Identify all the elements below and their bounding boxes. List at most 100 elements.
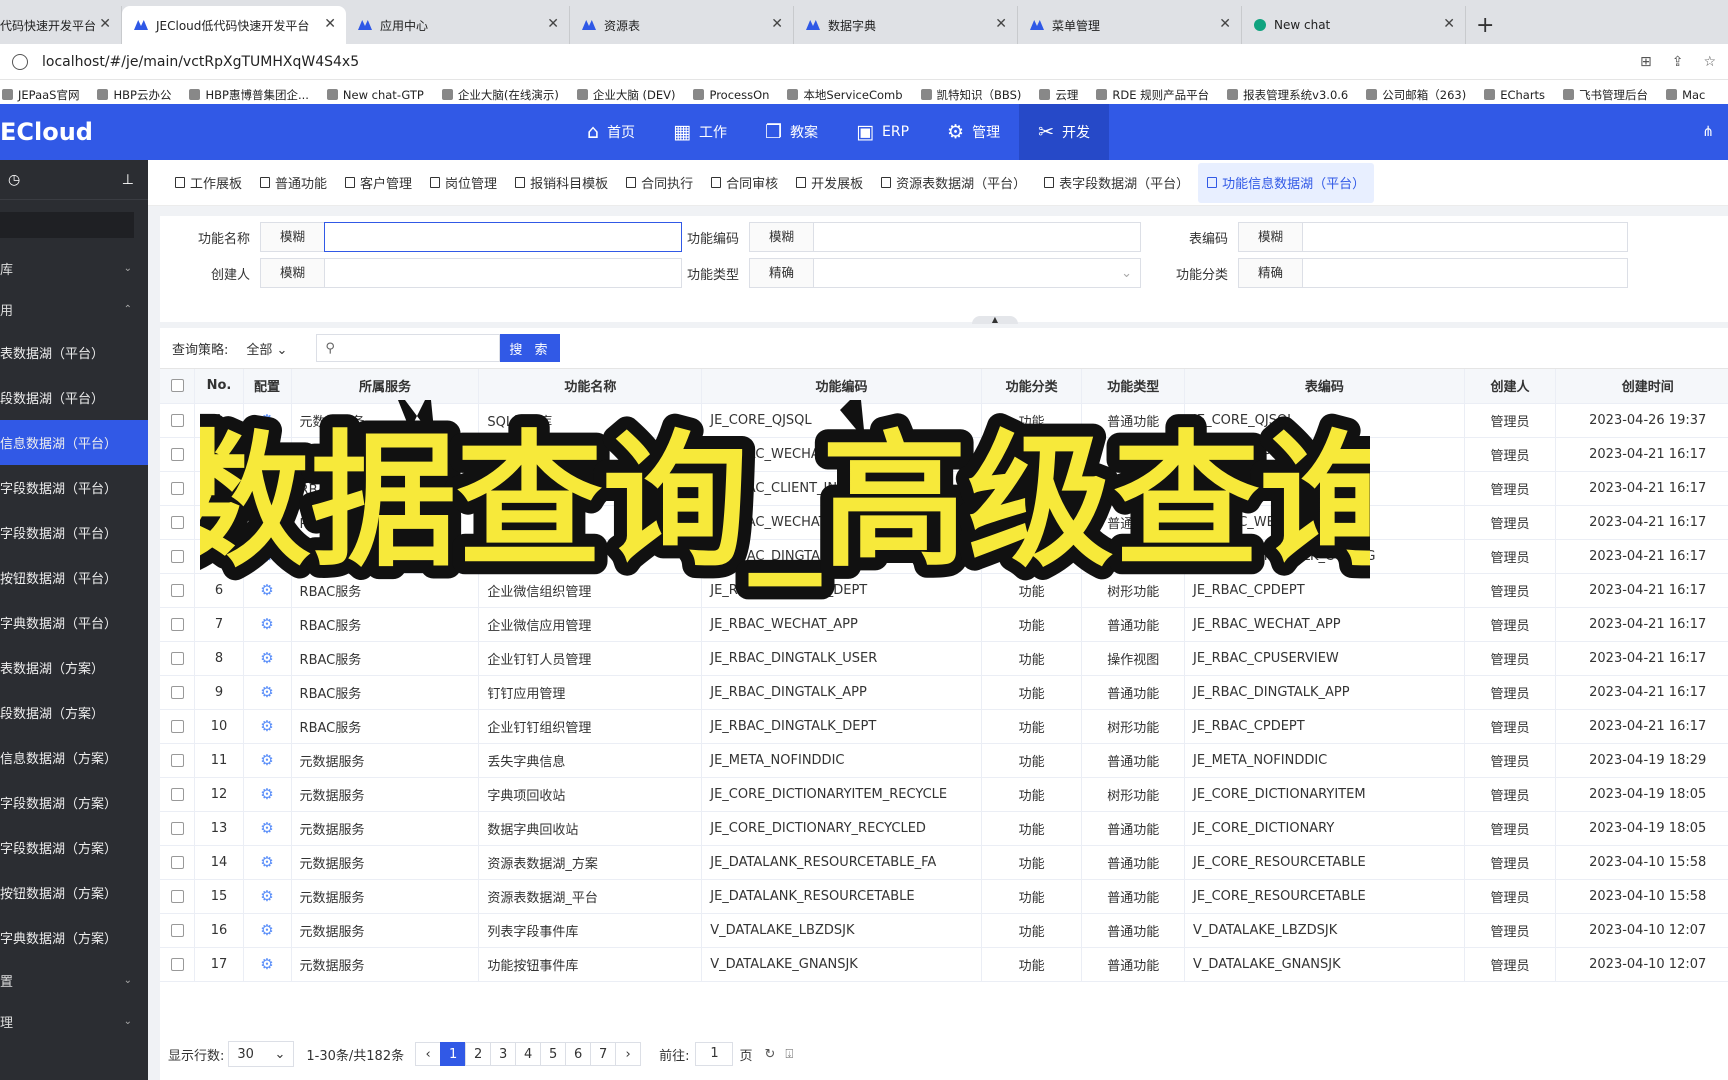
bookmark-item[interactable]: 云理 — [1039, 87, 1078, 103]
row-config[interactable]: ⚙ — [243, 913, 292, 948]
pin-icon[interactable]: ⊥ — [122, 172, 134, 188]
row-checkbox[interactable] — [160, 539, 196, 574]
sidebar-item[interactable]: 字典数据湖（方案） — [0, 915, 148, 960]
row-checkbox[interactable] — [160, 777, 196, 812]
column-header[interactable]: 功能名称 — [478, 369, 703, 404]
select-all-checkbox[interactable] — [160, 369, 196, 404]
gear-icon[interactable]: ⚙ — [260, 649, 273, 667]
browser-tab[interactable]: 数据字典 ✕ — [794, 6, 1018, 44]
sidebar-item[interactable]: 字典数据湖（平台） — [0, 600, 148, 645]
gear-icon[interactable]: ⚙ — [260, 445, 273, 463]
row-config[interactable]: ⚙ — [243, 947, 292, 982]
func-code-input[interactable] — [813, 222, 1141, 252]
row-config[interactable]: ⚙ — [243, 403, 292, 438]
column-header[interactable]: 配置 — [243, 369, 292, 404]
clock-icon[interactable]: ◷ — [8, 172, 20, 188]
row-checkbox[interactable] — [160, 403, 196, 438]
prev-page-button[interactable]: ‹ — [415, 1042, 442, 1066]
func-type-select[interactable]: ⌄ — [813, 258, 1141, 288]
row-config[interactable]: ⚙ — [243, 437, 292, 472]
sidebar-item[interactable]: 字段数据湖（平台） — [0, 510, 148, 555]
function-tab[interactable]: 资源表数据湖（平台） — [872, 163, 1035, 203]
table-row[interactable]: 5 ⚙ RBAC服务 钉钉配置 JE_RBAC_DINGTALK_CONFIG 功能 普通功… — [160, 539, 1728, 574]
goto-page-input[interactable]: 1 — [695, 1042, 734, 1066]
nav-item-工作[interactable]: ▦ 工作 — [654, 104, 746, 160]
row-config[interactable]: ⚙ — [243, 743, 292, 778]
bookmark-item[interactable]: ECharts — [1484, 88, 1545, 102]
row-config[interactable]: ⚙ — [243, 879, 292, 914]
gear-icon[interactable]: ⚙ — [260, 921, 273, 939]
page-button[interactable]: 5 — [540, 1042, 567, 1066]
star-icon[interactable]: ☆ — [1703, 54, 1716, 70]
row-checkbox[interactable] — [160, 879, 196, 914]
table-row[interactable]: 12 ⚙ 元数据服务 字典项回收站 JE_CORE_DICTIONARYITEM_REC… — [160, 777, 1728, 812]
bookmark-item[interactable]: 飞书管理后台 — [1563, 87, 1648, 103]
close-tab-icon[interactable]: ✕ — [995, 16, 1007, 32]
page-size-select[interactable]: 30 ⌄ — [228, 1041, 295, 1067]
function-tab[interactable]: 客户管理 — [336, 163, 421, 203]
browser-tab[interactable]: 应用中心 ✕ — [346, 6, 570, 44]
nav-item-首页[interactable]: ⌂ 首页 — [568, 104, 654, 160]
bookmark-item[interactable]: 报表管理系统v3.0.6 — [1227, 87, 1348, 103]
translate-icon[interactable]: ⊞ — [1640, 54, 1652, 70]
bookmark-item[interactable]: HBP云办公 — [97, 87, 171, 103]
bookmark-item[interactable]: 企业大脑(在线演示) — [441, 87, 559, 103]
collapse-form-toggle[interactable]: ▲ — [972, 316, 1018, 324]
sidebar-item[interactable]: 字段数据湖（方案） — [0, 780, 148, 825]
gear-icon[interactable]: ⚙ — [260, 955, 273, 973]
sidebar-item[interactable]: 信息数据湖（方案） — [0, 735, 148, 780]
row-checkbox[interactable] — [160, 743, 196, 778]
creator-input[interactable] — [324, 258, 682, 288]
func-category-select[interactable] — [1302, 258, 1628, 288]
table-row[interactable]: 11 ⚙ 元数据服务 丢失字典信息 JE_META_NOFINDDIC 功能 普通功能 JE_… — [160, 743, 1728, 778]
gear-icon[interactable]: ⚙ — [260, 581, 273, 599]
close-tab-icon[interactable]: ✕ — [1443, 16, 1455, 32]
row-checkbox[interactable] — [160, 607, 196, 642]
page-button[interactable]: 4 — [515, 1042, 542, 1066]
gear-icon[interactable]: ⚙ — [260, 479, 273, 497]
row-config[interactable]: ⚙ — [243, 777, 292, 812]
gear-icon[interactable]: ⚙ — [260, 615, 273, 633]
export-icon[interactable]: ⍗ — [785, 1047, 793, 1062]
gear-icon[interactable]: ⚙ — [260, 717, 273, 735]
table-row[interactable]: 16 ⚙ 元数据服务 列表字段事件库 V_DATALAKE_LBZDSJK 功能 普通功能 V… — [160, 913, 1728, 948]
function-tab[interactable]: 开发展板 — [787, 163, 872, 203]
row-checkbox[interactable] — [160, 947, 196, 982]
gear-icon[interactable]: ⚙ — [260, 853, 273, 871]
sidebar-item[interactable]: 段数据湖（平台） — [0, 375, 148, 420]
row-config[interactable]: ⚙ — [243, 607, 292, 642]
page-button[interactable]: 6 — [565, 1042, 592, 1066]
close-tab-icon[interactable]: ✕ — [99, 16, 111, 32]
column-header[interactable]: 表编码 — [1184, 369, 1465, 404]
function-tab[interactable]: 合同执行 — [617, 163, 702, 203]
function-tab[interactable]: 功能信息数据湖（平台） — [1198, 162, 1375, 203]
row-config[interactable]: ⚙ — [243, 505, 292, 540]
new-tab-button[interactable]: + — [1466, 13, 1504, 44]
table-code-input[interactable] — [1302, 222, 1628, 252]
table-row[interactable]: 13 ⚙ 元数据服务 数据字典回收站 JE_CORE_DICTIONARY_RECYCL… — [160, 811, 1728, 846]
table-row[interactable]: 8 ⚙ RBAC服务 企业钉钉人员管理 JE_RBAC_DINGTALK_USER 功能操… — [160, 641, 1728, 676]
table-row[interactable]: 4 ⚙ RBAC服务 企业微信配置 JE_RBAC_WECHAT_CONFIG 功能 普通功… — [160, 505, 1728, 540]
bookmark-item[interactable]: 本地ServiceComb — [787, 87, 903, 103]
func-name-input[interactable] — [324, 222, 682, 252]
row-checkbox[interactable] — [160, 437, 196, 472]
url-text[interactable]: localhost/#/je/main/vctRpXgTUMHXqW4S4x5 — [42, 54, 359, 70]
table-row[interactable]: 9 ⚙ RBAC服务 钉钉应用管理 JE_RBAC_DINGTALK_APP 功能 普通功能… — [160, 675, 1728, 710]
function-tab[interactable]: 合同审核 — [702, 163, 787, 203]
nav-item-管理[interactable]: ⚙ 管理 — [928, 104, 1019, 160]
browser-tab[interactable]: JECloud低代码快速开发平台 ✕ — [122, 6, 346, 44]
close-tab-icon[interactable]: ✕ — [547, 16, 559, 32]
row-checkbox[interactable] — [160, 573, 196, 608]
row-config[interactable]: ⚙ — [243, 709, 292, 744]
query-strategy-select[interactable]: 全部 ⌄ — [246, 339, 306, 358]
close-tab-icon[interactable]: ✕ — [771, 16, 783, 32]
sidebar-item[interactable]: 字段数据湖（方案） — [0, 825, 148, 870]
gear-icon[interactable]: ⚙ — [260, 887, 273, 905]
sidebar-item[interactable]: 按钮数据湖（平台） — [0, 555, 148, 600]
bookmark-item[interactable]: 凯特知识（BBS) — [920, 87, 1021, 103]
match-mode[interactable]: 模糊 — [749, 222, 813, 252]
bookmark-item[interactable]: ProcessOn — [693, 88, 769, 102]
sidebar-group[interactable]: 用 ⌃ — [0, 289, 148, 330]
page-button[interactable]: 3 — [490, 1042, 517, 1066]
match-mode[interactable]: 精确 — [749, 258, 813, 288]
